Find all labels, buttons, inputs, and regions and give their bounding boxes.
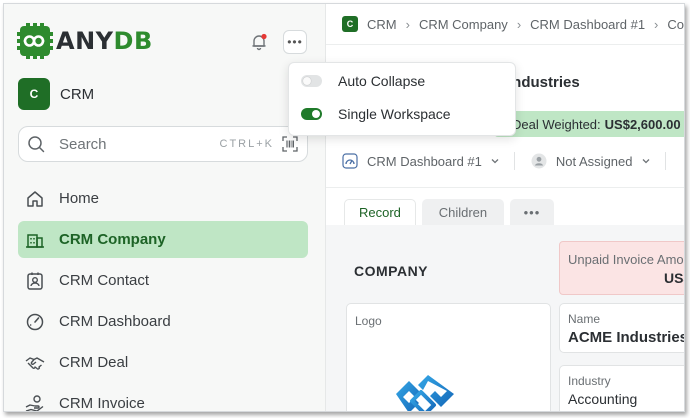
dashboard-icon xyxy=(342,153,358,169)
dashboard-selector[interactable]: CRM Dashboard #1 xyxy=(342,153,500,169)
sidebar-item-crm-dashboard[interactable]: CRM Dashboard xyxy=(18,303,308,340)
deal-weighted-value: US$2,600.00 xyxy=(604,116,681,132)
search-box[interactable]: Search CTRL+K xyxy=(18,126,308,162)
record-content: COMPANY Unpaid Invoice Amou US$ Logo xyxy=(326,225,684,411)
chevron-down-icon xyxy=(642,159,649,164)
unpaid-invoice-value: US$ xyxy=(664,270,684,286)
breadcrumb-item[interactable]: CRM xyxy=(367,17,397,32)
section-title: COMPANY xyxy=(354,263,429,279)
industry-field-value: Accounting xyxy=(568,391,638,407)
chevron-right-icon: › xyxy=(516,16,522,32)
contact-card-icon xyxy=(27,272,43,290)
sidebar-item-crm-contact[interactable]: CRM Contact xyxy=(18,262,308,299)
chevron-down-icon xyxy=(491,159,499,164)
single-workspace-toggle[interactable] xyxy=(301,108,322,120)
user-avatar-icon xyxy=(531,153,547,169)
search-input[interactable]: Search xyxy=(59,136,220,153)
workspace-selector[interactable]: C CRM xyxy=(18,78,94,110)
scan-icon[interactable] xyxy=(282,136,298,152)
breadcrumb-workspace-icon: C xyxy=(342,16,358,32)
sidebar-item-crm-company[interactable]: CRM Company xyxy=(18,221,308,258)
name-field[interactable]: Name ACME Industries xyxy=(559,303,685,353)
breadcrumb: C CRM › CRM Company › CRM Dashboard #1 ›… xyxy=(342,16,684,32)
options-dropdown-menu: Auto Collapse Single Workspace xyxy=(288,62,516,136)
brand-logo[interactable]: ANYDB xyxy=(17,23,153,59)
sidebar-item-label: CRM Dashboard xyxy=(59,313,171,330)
logo-field[interactable]: Logo xyxy=(346,303,551,411)
auto-collapse-toggle[interactable] xyxy=(301,75,322,87)
sidebar-item-crm-invoice[interactable]: CRM Invoice xyxy=(18,385,308,412)
app-window: ANYDB ••• C CRM Search CTRL+K Home CRM C… xyxy=(3,3,685,412)
tab-more-button[interactable]: ••• xyxy=(509,199,554,225)
menu-item-label: Single Workspace xyxy=(338,106,451,122)
deal-weighted-label: Deal Weighted: xyxy=(512,116,601,132)
building-icon xyxy=(26,233,44,248)
search-icon xyxy=(28,136,45,153)
sidebar-item-label: Home xyxy=(59,190,100,207)
gauge-icon xyxy=(26,313,44,330)
deal-weighted-badge: Deal Weighted: US$2,600.00 xyxy=(494,111,684,137)
unpaid-invoice-label: Unpaid Invoice Amou xyxy=(568,252,685,267)
record-meta: CRM Dashboard #1 Not Assigned xyxy=(342,152,682,170)
sidebar-item-label: CRM Invoice xyxy=(59,395,145,412)
name-field-value: ACME Industries xyxy=(568,329,685,346)
dashboard-selector-label: CRM Dashboard #1 xyxy=(367,153,482,169)
search-shortcut: CTRL+K xyxy=(219,138,274,150)
tab-record[interactable]: Record xyxy=(344,199,416,225)
name-field-label: Name xyxy=(568,312,601,326)
breadcrumb-item[interactable]: CRM Dashboard #1 xyxy=(530,17,645,32)
more-options-button[interactable]: ••• xyxy=(283,30,307,54)
menu-item-auto-collapse[interactable]: Auto Collapse xyxy=(301,73,425,89)
divider xyxy=(326,187,684,188)
workspace-avatar: C xyxy=(18,78,50,110)
breadcrumb-item[interactable]: Com xyxy=(667,17,684,32)
tab-children[interactable]: Children xyxy=(421,199,504,225)
chevron-right-icon: › xyxy=(654,16,659,32)
industry-field[interactable]: Industry Accounting xyxy=(559,365,684,411)
sidebar-item-crm-deal[interactable]: CRM Deal xyxy=(18,344,308,381)
unpaid-invoice-card: Unpaid Invoice Amou US$ xyxy=(559,241,685,295)
sidebar-item-home[interactable]: Home xyxy=(18,180,308,217)
anydb-logo-icon xyxy=(17,23,53,59)
notification-bell-icon[interactable] xyxy=(250,33,268,51)
assignee-selector[interactable]: Not Assigned xyxy=(531,153,651,169)
divider xyxy=(664,152,666,170)
divider xyxy=(326,44,684,45)
hand-coin-icon xyxy=(25,394,44,411)
sidebar-nav: Home CRM Company CRM Contact CRM Dashboa… xyxy=(18,180,308,412)
logo-field-label: Logo xyxy=(355,314,382,328)
sidebar-item-label: CRM Company xyxy=(59,231,166,248)
page-title: Industries xyxy=(508,74,580,91)
assignee-label: Not Assigned xyxy=(555,153,633,169)
record-tabs: Record Children ••• xyxy=(344,199,560,225)
workspace-name: CRM xyxy=(60,85,95,103)
brand-name: ANYDB xyxy=(56,27,153,55)
chevron-right-icon: › xyxy=(405,16,410,32)
menu-item-single-workspace[interactable]: Single Workspace xyxy=(301,106,451,122)
sidebar-item-label: CRM Deal xyxy=(59,354,129,371)
menu-item-label: Auto Collapse xyxy=(338,73,426,89)
divider xyxy=(513,152,515,170)
home-icon xyxy=(27,190,43,207)
company-logo-image xyxy=(396,375,454,411)
breadcrumb-item[interactable]: CRM Company xyxy=(419,17,508,32)
industry-field-label: Industry xyxy=(568,374,611,388)
sidebar-item-label: CRM Contact xyxy=(59,272,150,289)
handshake-icon xyxy=(25,356,45,370)
sidebar: ANYDB ••• C CRM Search CTRL+K Home CRM C… xyxy=(4,4,326,411)
